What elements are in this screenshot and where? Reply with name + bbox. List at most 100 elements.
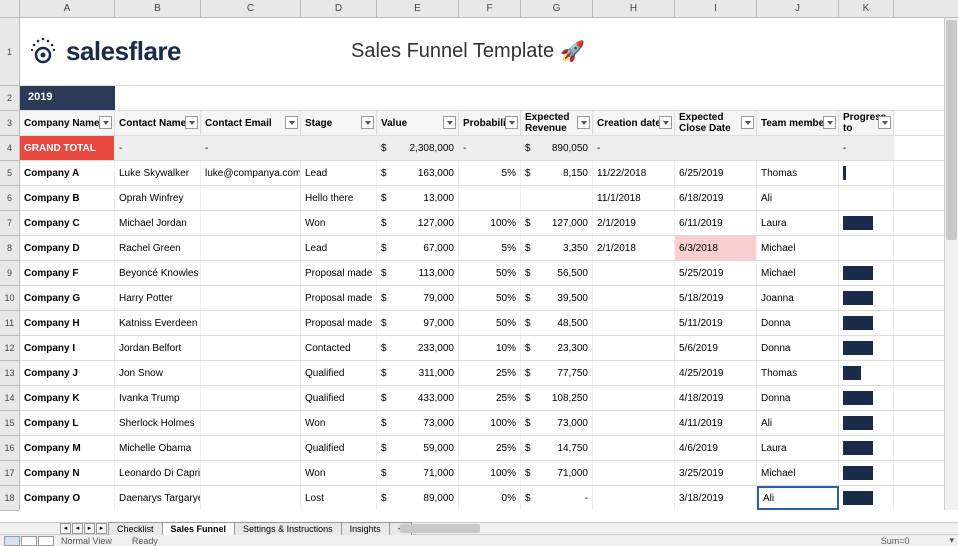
stage-cell[interactable]: Qualified [301,361,377,385]
probability-cell[interactable]: 25% [459,361,521,385]
member-cell[interactable]: Michael [757,236,839,260]
progress-cell[interactable] [839,336,894,360]
close-date-cell[interactable]: 6/25/2019 [675,161,757,185]
table-row[interactable]: Company GHarry PotterProposal made$79,00… [20,286,958,311]
progress-cell[interactable] [839,386,894,410]
progress-cell[interactable] [839,161,894,185]
email-cell[interactable] [201,211,301,235]
tab-nav-last[interactable]: ▸ [96,523,107,534]
expected-cell[interactable]: $71,000 [521,461,593,485]
header-value[interactable]: Value [377,111,459,135]
progress-cell[interactable] [839,236,894,260]
header-contact-email[interactable]: Contact Email [201,111,301,135]
sheet-tab-checklist[interactable]: Checklist [108,522,163,535]
row-header-12[interactable]: 12 [0,336,19,361]
row-header-15[interactable]: 15 [0,411,19,436]
created-cell[interactable] [593,411,675,435]
contact-cell[interactable]: Michelle Obama [115,436,201,460]
email-cell[interactable] [201,461,301,485]
row-header-14[interactable]: 14 [0,386,19,411]
company-cell[interactable]: Company C [20,211,115,235]
view-page-button[interactable] [38,536,54,546]
filter-button[interactable] [878,116,891,129]
member-cell[interactable]: Thomas [757,361,839,385]
col-header-D[interactable]: D [301,0,377,17]
value-cell[interactable]: $163,000 [377,161,459,185]
filter-button[interactable] [577,116,590,129]
stage-cell[interactable]: Proposal made [301,286,377,310]
expected-cell[interactable]: $8,150 [521,161,593,185]
header-expected-revenue[interactable]: Expected Revenue [521,111,593,135]
email-cell[interactable] [201,486,301,510]
close-date-cell[interactable]: 4/18/2019 [675,386,757,410]
member-cell[interactable]: Donna [757,386,839,410]
expected-cell[interactable]: $56,500 [521,261,593,285]
view-layout-button[interactable] [21,536,37,546]
stage-cell[interactable]: Lost [301,486,377,510]
created-cell[interactable] [593,286,675,310]
progress-cell[interactable] [839,286,894,310]
member-cell[interactable]: Michael [757,461,839,485]
created-cell[interactable] [593,386,675,410]
row-header-9[interactable]: 9 [0,261,19,286]
value-cell[interactable]: $311,000 [377,361,459,385]
stage-cell[interactable]: Won [301,211,377,235]
company-cell[interactable]: Company J [20,361,115,385]
member-cell[interactable]: Ali [757,411,839,435]
progress-cell[interactable] [839,186,894,210]
header-contact-name[interactable]: Contact Name [115,111,201,135]
probability-cell[interactable]: 10% [459,336,521,360]
col-header-H[interactable]: H [593,0,675,17]
value-cell[interactable]: $233,000 [377,336,459,360]
row-header-2[interactable]: 2 [0,86,19,111]
created-cell[interactable] [593,361,675,385]
stage-cell[interactable]: Lead [301,161,377,185]
stage-cell[interactable]: Contacted [301,336,377,360]
header-expected-close-date[interactable]: Expected Close Date [675,111,757,135]
company-cell[interactable]: Company H [20,311,115,335]
value-cell[interactable]: $59,000 [377,436,459,460]
created-cell[interactable]: 2/1/2019 [593,211,675,235]
company-cell[interactable]: Company L [20,411,115,435]
member-cell[interactable]: Joanna [757,286,839,310]
header-creation-date[interactable]: Creation date [593,111,675,135]
view-normal-button[interactable] [4,536,20,546]
expected-cell[interactable]: $108,250 [521,386,593,410]
company-cell[interactable]: Company O [20,486,115,510]
probability-cell[interactable]: 100% [459,211,521,235]
contact-cell[interactable]: Leonardo Di Caprio [115,461,201,485]
probability-cell[interactable]: 50% [459,311,521,335]
expected-cell[interactable]: $73,000 [521,411,593,435]
value-cell[interactable]: $71,000 [377,461,459,485]
stage-cell[interactable]: Proposal made [301,311,377,335]
sheet-tab-insights[interactable]: Insights [341,522,390,535]
close-date-cell[interactable]: 4/6/2019 [675,436,757,460]
contact-cell[interactable]: Daenarys Targaryen [115,486,201,510]
close-date-cell[interactable]: 6/11/2019 [675,211,757,235]
sheet-tab-settings-&-instructions[interactable]: Settings & Instructions [234,522,342,535]
horizontal-scrollbar[interactable]: ◂ ◂ ▸ ▸ ChecklistSales FunnelSettings & … [0,522,958,534]
close-date-cell[interactable]: 6/3/2018 [675,236,757,260]
year-cell[interactable]: 2019 [20,86,115,110]
value-cell[interactable]: $433,000 [377,386,459,410]
value-cell[interactable]: $97,000 [377,311,459,335]
probability-cell[interactable]: 50% [459,286,521,310]
stage-cell[interactable]: Won [301,461,377,485]
stage-cell[interactable]: Lead [301,236,377,260]
company-cell[interactable]: Company A [20,161,115,185]
table-row[interactable]: Company IJordan BelfortContacted$233,000… [20,336,958,361]
progress-cell[interactable] [839,261,894,285]
member-cell[interactable]: Laura [757,436,839,460]
email-cell[interactable] [201,236,301,260]
company-cell[interactable]: Company F [20,261,115,285]
row-header-16[interactable]: 16 [0,436,19,461]
close-date-cell[interactable]: 4/11/2019 [675,411,757,435]
row-header-8[interactable]: 8 [0,236,19,261]
member-cell[interactable]: Michael [757,261,839,285]
row-header-6[interactable]: 6 [0,186,19,211]
company-cell[interactable]: Company G [20,286,115,310]
progress-cell[interactable] [839,311,894,335]
email-cell[interactable] [201,336,301,360]
table-row[interactable]: Company LSherlock HolmesWon$73,000100%$7… [20,411,958,436]
close-date-cell[interactable]: 5/18/2019 [675,286,757,310]
